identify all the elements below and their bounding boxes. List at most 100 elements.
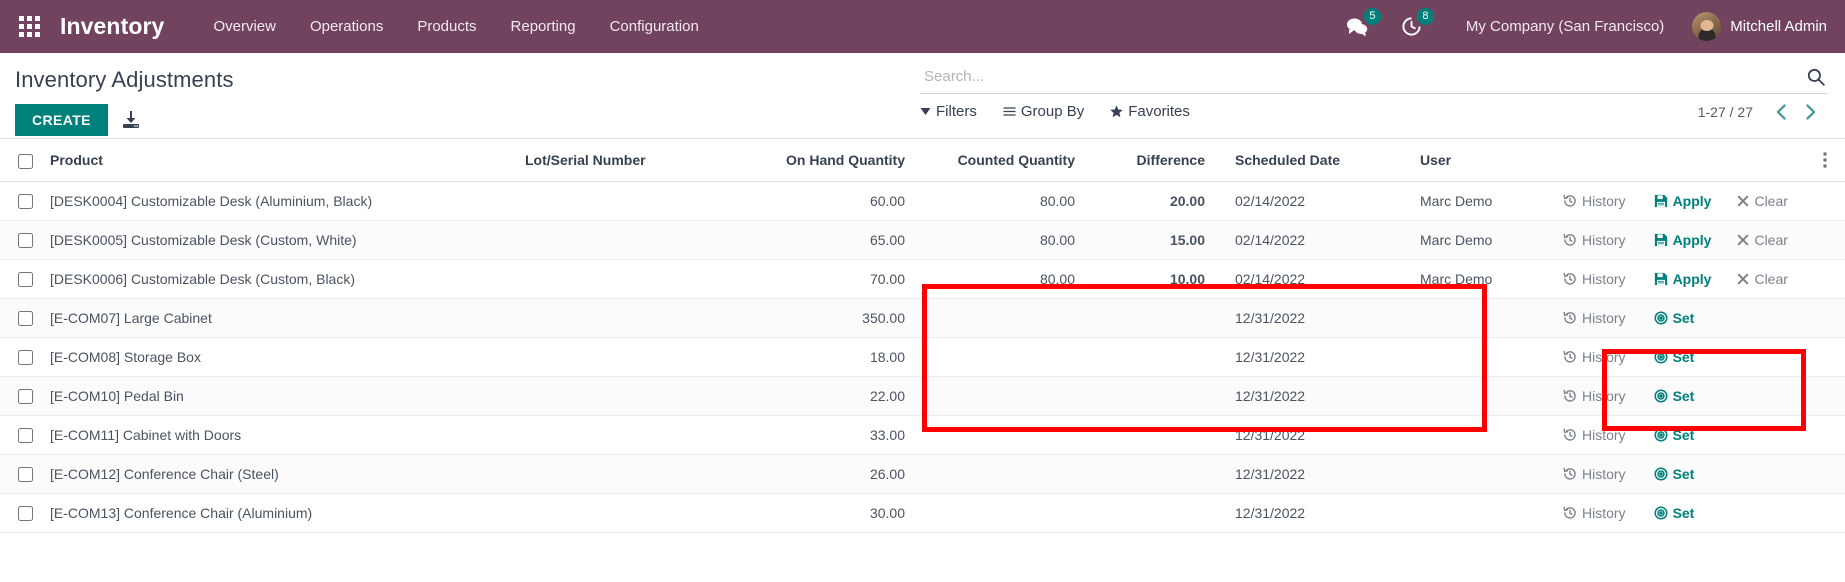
cell-counted-quantity[interactable]	[927, 415, 1097, 455]
cell-user[interactable]: Marc Demo	[1412, 259, 1557, 299]
cell-scheduled-date[interactable]: 12/31/2022	[1227, 376, 1412, 416]
cell-lot-serial[interactable]	[517, 298, 747, 338]
row-checkbox[interactable]	[18, 506, 33, 522]
set-button[interactable]: Set	[1638, 308, 1707, 328]
cell-on-hand-quantity[interactable]: 70.00	[747, 259, 927, 299]
import-download-icon[interactable]	[116, 106, 146, 134]
cell-on-hand-quantity[interactable]: 65.00	[747, 220, 927, 260]
cell-user[interactable]	[1412, 454, 1557, 494]
cell-on-hand-quantity[interactable]: 22.00	[747, 376, 927, 416]
history-button[interactable]: History	[1561, 464, 1638, 484]
apply-button[interactable]: Apply	[1638, 269, 1724, 289]
cell-difference[interactable]	[1097, 493, 1227, 533]
set-button[interactable]: Set	[1638, 347, 1707, 367]
select-all-checkbox[interactable]	[18, 153, 33, 169]
cell-product[interactable]: [E-COM10] Pedal Bin	[42, 376, 517, 416]
activities-button[interactable]: 8	[1385, 0, 1438, 53]
cell-lot-serial[interactable]	[517, 337, 747, 377]
clear-button[interactable]: Clear	[1723, 191, 1799, 211]
table-row[interactable]: [DESK0006] Customizable Desk (Custom, Bl…	[0, 259, 1845, 299]
cell-scheduled-date[interactable]: 12/31/2022	[1227, 454, 1412, 494]
cell-counted-quantity[interactable]	[927, 454, 1097, 494]
cell-counted-quantity[interactable]	[927, 376, 1097, 416]
cell-difference[interactable]	[1097, 337, 1227, 377]
row-checkbox[interactable]	[18, 233, 33, 249]
cell-scheduled-date[interactable]: 02/14/2022	[1227, 181, 1412, 221]
cell-user[interactable]	[1412, 337, 1557, 377]
cell-difference[interactable]	[1097, 298, 1227, 338]
cell-counted-quantity[interactable]: 80.00	[927, 220, 1097, 260]
history-button[interactable]: History	[1561, 308, 1638, 328]
cell-difference[interactable]: 10.00	[1097, 259, 1227, 299]
chevron-right-icon[interactable]	[1798, 103, 1823, 120]
cell-scheduled-date[interactable]: 12/31/2022	[1227, 493, 1412, 533]
menu-item-operations[interactable]: Operations	[293, 1, 400, 52]
cell-lot-serial[interactable]	[517, 493, 747, 533]
cell-product[interactable]: [DESK0004] Customizable Desk (Aluminium,…	[42, 181, 517, 221]
cell-lot-serial[interactable]	[517, 220, 747, 260]
column-header-difference[interactable]: Difference	[1097, 139, 1227, 182]
row-checkbox[interactable]	[18, 272, 33, 288]
column-header-scheduled-date[interactable]: Scheduled Date	[1227, 139, 1412, 182]
cell-scheduled-date[interactable]: 12/31/2022	[1227, 415, 1412, 455]
create-button[interactable]: CREATE	[15, 104, 108, 136]
cell-counted-quantity[interactable]	[927, 298, 1097, 338]
set-button[interactable]: Set	[1638, 386, 1707, 406]
cell-product[interactable]: [E-COM13] Conference Chair (Aluminium)	[42, 493, 517, 533]
table-row[interactable]: [E-COM12] Conference Chair (Steel) 26.00 1…	[0, 454, 1845, 494]
cell-lot-serial[interactable]	[517, 415, 747, 455]
search-icon[interactable]	[1799, 68, 1825, 86]
row-checkbox[interactable]	[18, 467, 33, 483]
cell-on-hand-quantity[interactable]: 26.00	[747, 454, 927, 494]
cell-scheduled-date[interactable]: 12/31/2022	[1227, 298, 1412, 338]
search-input[interactable]	[922, 67, 1799, 86]
cell-user[interactable]: Marc Demo	[1412, 181, 1557, 221]
apply-button[interactable]: Apply	[1638, 191, 1724, 211]
row-checkbox[interactable]	[18, 194, 33, 210]
cell-scheduled-date[interactable]: 02/14/2022	[1227, 220, 1412, 260]
cell-counted-quantity[interactable]	[927, 493, 1097, 533]
cell-scheduled-date[interactable]: 02/14/2022	[1227, 259, 1412, 299]
table-row[interactable]: [DESK0004] Customizable Desk (Aluminium,…	[0, 181, 1845, 221]
cell-difference[interactable]	[1097, 415, 1227, 455]
set-button[interactable]: Set	[1638, 425, 1707, 445]
cell-user[interactable]	[1412, 415, 1557, 455]
table-row[interactable]: [E-COM07] Large Cabinet 350.00 12/31/2022 H…	[0, 298, 1845, 338]
vertical-dots-icon[interactable]	[1813, 152, 1837, 169]
clear-button[interactable]: Clear	[1723, 230, 1799, 250]
cell-lot-serial[interactable]	[517, 181, 747, 221]
messages-button[interactable]: 5	[1330, 0, 1385, 53]
user-menu[interactable]: Mitchell Admin	[1686, 12, 1827, 41]
cell-product[interactable]: [DESK0006] Customizable Desk (Custom, Bl…	[42, 259, 517, 299]
cell-product[interactable]: [E-COM12] Conference Chair (Steel)	[42, 454, 517, 494]
cell-counted-quantity[interactable]: 80.00	[927, 181, 1097, 221]
cell-lot-serial[interactable]	[517, 454, 747, 494]
cell-user[interactable]	[1412, 376, 1557, 416]
cell-product[interactable]: [E-COM08] Storage Box	[42, 337, 517, 377]
apps-grid-icon[interactable]	[8, 7, 50, 47]
history-button[interactable]: History	[1561, 230, 1638, 250]
filters-dropdown[interactable]: Filters	[920, 103, 977, 120]
cell-difference[interactable]: 20.00	[1097, 181, 1227, 221]
cell-difference[interactable]	[1097, 376, 1227, 416]
row-checkbox[interactable]	[18, 350, 33, 366]
history-button[interactable]: History	[1561, 191, 1638, 211]
history-button[interactable]: History	[1561, 503, 1638, 523]
menu-item-products[interactable]: Products	[400, 1, 493, 52]
menu-item-overview[interactable]: Overview	[196, 1, 293, 52]
cell-product[interactable]: [DESK0005] Customizable Desk (Custom, Wh…	[42, 220, 517, 260]
history-button[interactable]: History	[1561, 347, 1638, 367]
table-row[interactable]: [E-COM13] Conference Chair (Aluminium) 30…	[0, 493, 1845, 533]
column-header-user[interactable]: User	[1412, 139, 1557, 182]
column-header-lot-serial[interactable]: Lot/Serial Number	[517, 139, 747, 182]
cell-counted-quantity[interactable]: 80.00	[927, 259, 1097, 299]
history-button[interactable]: History	[1561, 269, 1638, 289]
cell-scheduled-date[interactable]: 12/31/2022	[1227, 337, 1412, 377]
cell-counted-quantity[interactable]	[927, 337, 1097, 377]
cell-difference[interactable]	[1097, 454, 1227, 494]
menu-item-configuration[interactable]: Configuration	[593, 1, 716, 52]
menu-item-reporting[interactable]: Reporting	[494, 1, 593, 52]
row-checkbox[interactable]	[18, 428, 33, 444]
history-button[interactable]: History	[1561, 425, 1638, 445]
apply-button[interactable]: Apply	[1638, 230, 1724, 250]
